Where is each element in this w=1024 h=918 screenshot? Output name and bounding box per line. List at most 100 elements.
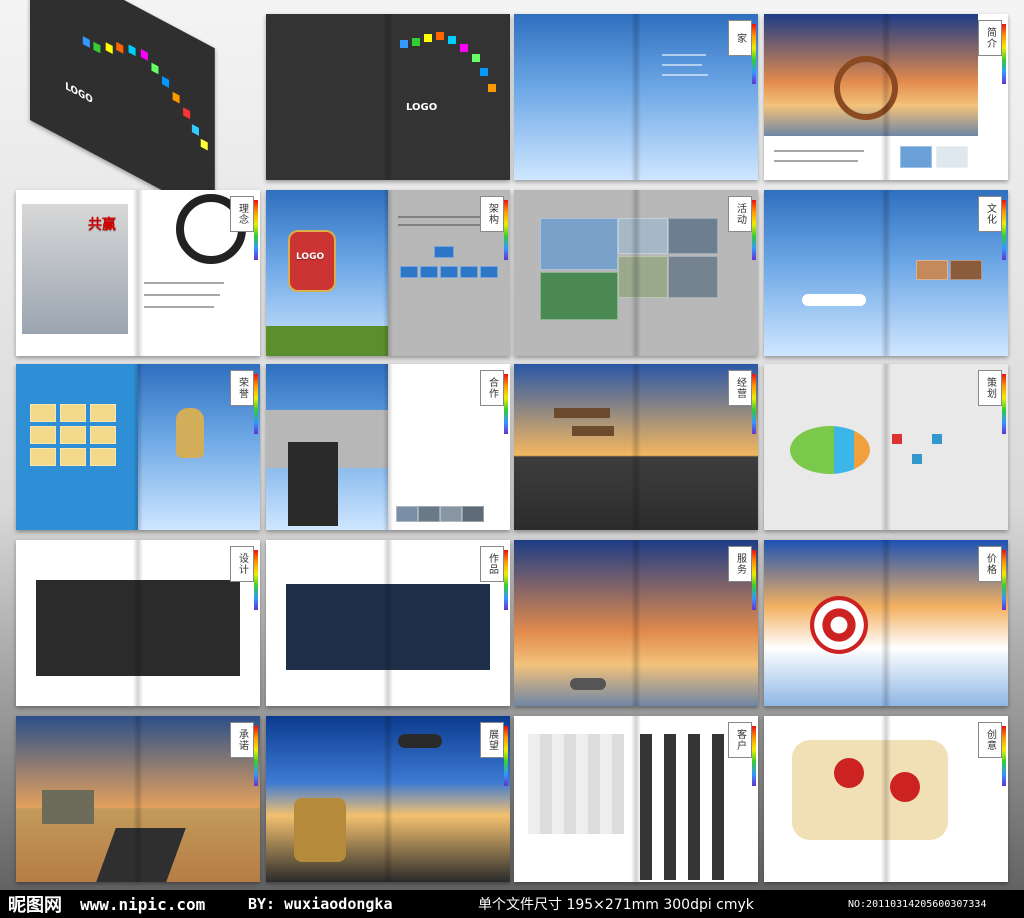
spread-works: 作品 xyxy=(266,540,510,706)
spread-faith: 承诺 xyxy=(16,716,260,882)
spread-honor: 荣誉 xyxy=(16,364,260,530)
spread-fold xyxy=(133,716,143,882)
photo-collage xyxy=(618,218,668,254)
section-badge: 家 xyxy=(728,20,752,56)
signpost-icon xyxy=(572,426,614,436)
spread-fold xyxy=(631,14,641,180)
spread-fold xyxy=(631,364,641,530)
org-node xyxy=(400,266,418,278)
photo-collage xyxy=(668,256,718,298)
certificate xyxy=(60,404,86,422)
spread-clients: 客户 xyxy=(514,716,758,882)
grass-strip xyxy=(266,326,388,356)
idea-title: 共赢 xyxy=(88,217,116,233)
section-badge: 活动 xyxy=(728,196,752,232)
section-badge: 文化 xyxy=(978,196,1002,232)
text-line xyxy=(144,306,214,308)
photo-thumb xyxy=(916,260,948,280)
spread-intro: 简介 xyxy=(764,14,1008,180)
spread-idea: 共赢 理念 xyxy=(16,190,260,356)
text-line xyxy=(662,64,702,66)
text-line xyxy=(398,216,488,218)
color-stripe xyxy=(504,550,508,610)
spread-fold xyxy=(383,14,393,180)
certificate xyxy=(60,448,86,466)
spread-exhibit: 展望 xyxy=(266,716,510,882)
photo-collage xyxy=(618,256,668,298)
footer-by: BY: wuxiaodongka xyxy=(248,895,393,913)
footer-site: www.nipic.com xyxy=(80,894,206,914)
certificate xyxy=(30,404,56,422)
org-node xyxy=(434,246,454,258)
client-logo-grid xyxy=(640,734,736,880)
spread-fold xyxy=(631,716,641,882)
org-node xyxy=(480,266,498,278)
section-badge: 创意 xyxy=(978,722,1002,758)
cooperation-left xyxy=(266,364,388,530)
crab-icon xyxy=(570,678,606,690)
section-badge: 价格 xyxy=(978,546,1002,582)
inner-cover-left xyxy=(266,14,388,180)
scroll-icon xyxy=(792,740,948,840)
section-badge: 简介 xyxy=(978,20,1002,56)
airplane-icon xyxy=(802,294,866,306)
spread-home: 家 xyxy=(514,14,758,180)
spread-cooperation: 合作 xyxy=(266,364,510,530)
spread-design: 设计 xyxy=(16,540,260,706)
spread-culture: 文化 xyxy=(764,190,1008,356)
text-line xyxy=(144,294,220,296)
color-stripe xyxy=(1002,200,1006,260)
idea-left: 共赢 xyxy=(16,190,138,356)
section-badge: 设计 xyxy=(230,546,254,582)
spread-fold xyxy=(383,364,393,530)
color-stripe xyxy=(254,374,258,434)
spread-fold xyxy=(383,716,393,882)
text-line xyxy=(398,224,484,226)
section-badge: 承诺 xyxy=(230,722,254,758)
text-line xyxy=(662,54,706,56)
spread-fold xyxy=(383,190,393,356)
client-logo-grid xyxy=(528,734,624,834)
house-icon xyxy=(42,790,94,824)
spread-cover: LOGO xyxy=(30,0,215,219)
flow-node xyxy=(892,434,902,444)
color-stripe xyxy=(752,374,756,434)
pie-chart-icon xyxy=(790,426,870,474)
footer-no: NO:20110314205600307334 xyxy=(848,898,987,910)
certificate xyxy=(90,448,116,466)
section-badge: 展望 xyxy=(480,722,504,758)
spread-fold xyxy=(881,716,891,882)
spread-fold xyxy=(881,364,891,530)
footer-brand: 昵图网 xyxy=(8,895,62,916)
flow-node xyxy=(932,434,942,444)
color-stripe xyxy=(254,726,258,786)
spread-fold xyxy=(133,190,143,356)
spread-fold xyxy=(881,190,891,356)
color-stripe xyxy=(1002,374,1006,434)
certificate xyxy=(30,448,56,466)
certificate xyxy=(30,426,56,444)
text-line xyxy=(144,282,224,284)
section-badge: 作品 xyxy=(480,546,504,582)
eagle-icon xyxy=(398,734,442,748)
photo-collage xyxy=(540,272,618,320)
org-node xyxy=(440,266,458,278)
spread-fold xyxy=(133,364,143,530)
inner-cover-right: LOGO xyxy=(388,14,510,180)
people-thumb xyxy=(418,506,440,522)
color-stripe xyxy=(752,24,756,84)
spread-inner-cover: LOGO xyxy=(266,14,510,180)
spread-fold xyxy=(383,540,393,706)
spread-fold xyxy=(631,540,641,706)
color-stripe xyxy=(504,200,508,260)
certificate xyxy=(60,426,86,444)
spread-activities: 活动 xyxy=(514,190,758,356)
spread-service: 服务 xyxy=(514,540,758,706)
structure-left: LOGO xyxy=(266,190,388,356)
spread-creative: 创意 xyxy=(764,716,1008,882)
color-stripe xyxy=(752,200,756,260)
spread-structure: LOGO 架构 xyxy=(266,190,510,356)
spread-price: 价格 xyxy=(764,540,1008,706)
org-node xyxy=(460,266,478,278)
section-badge: 策划 xyxy=(978,370,1002,406)
